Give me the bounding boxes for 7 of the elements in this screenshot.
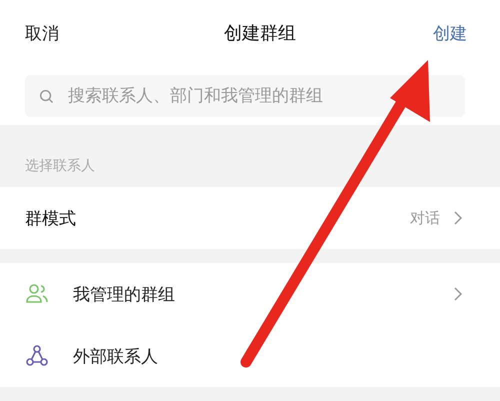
page-title: 创建群组 [224, 22, 296, 45]
chevron-icon [454, 211, 462, 225]
create-button[interactable]: 创建 [433, 22, 467, 44]
section-label: 选择联系人 [25, 157, 95, 175]
cancel-button[interactable]: 取消 [25, 22, 59, 44]
search-icon [39, 89, 54, 104]
search-field[interactable]: 搜索联系人、部门和我管理的群组 [25, 75, 465, 117]
